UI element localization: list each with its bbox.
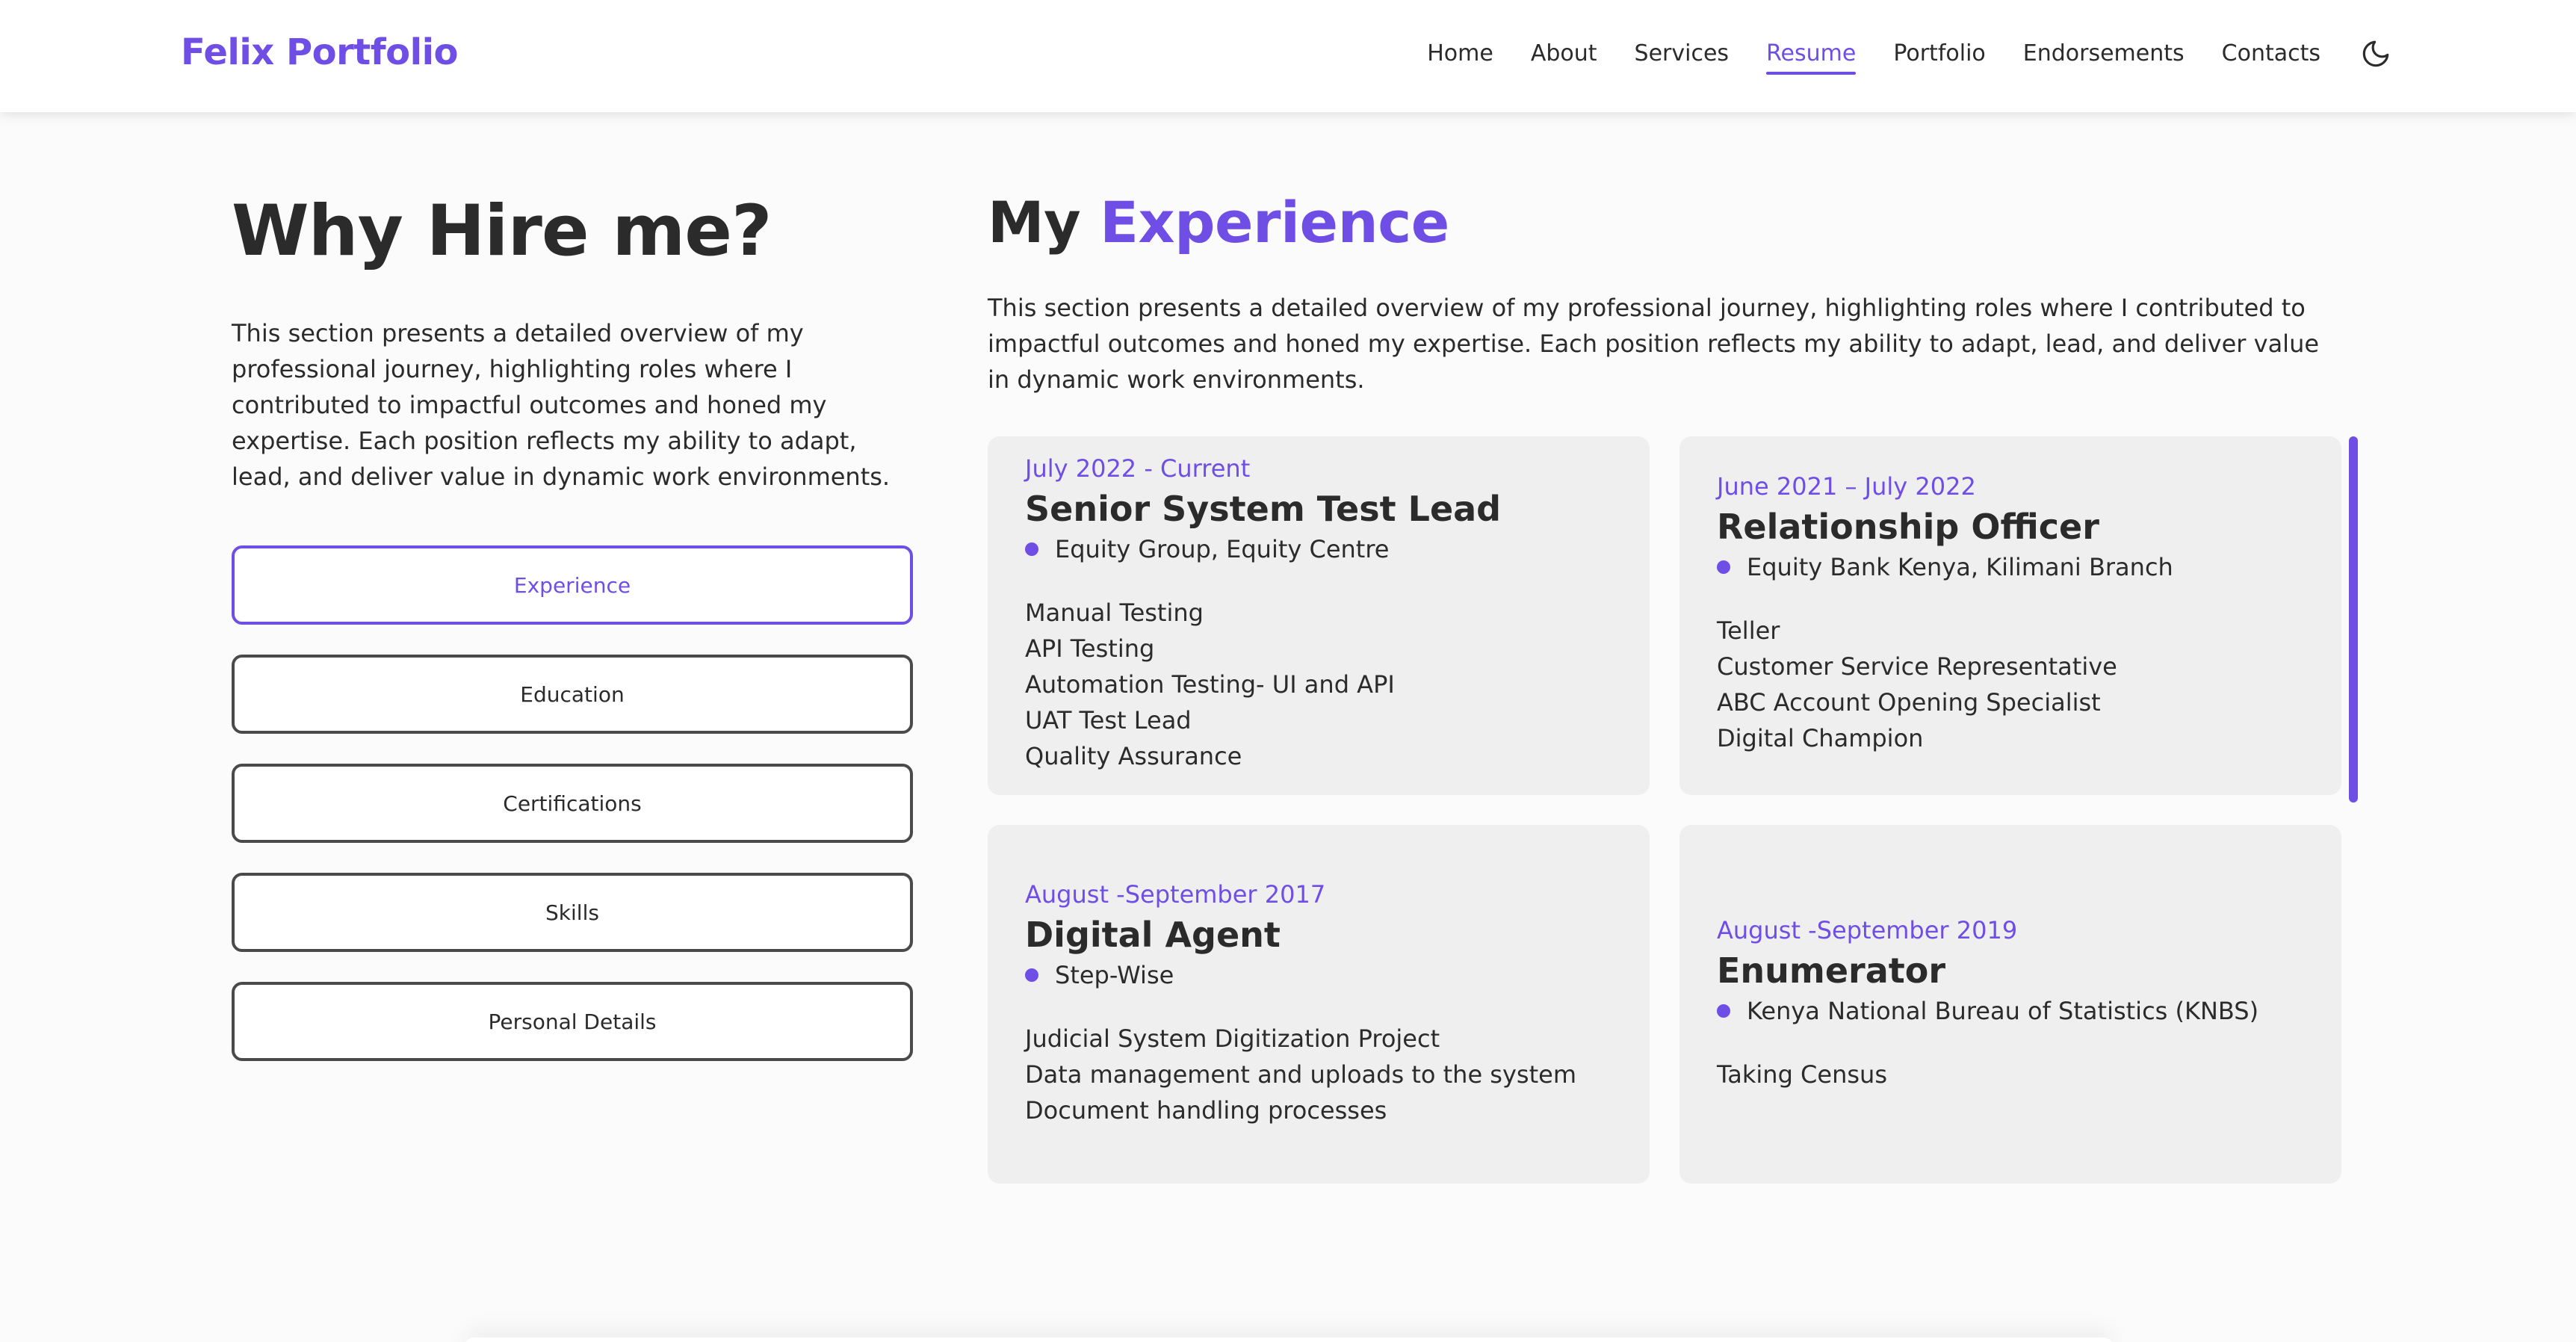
experience-duties: Manual Testing API Testing Automation Te… xyxy=(1025,595,1620,774)
why-hire-title: Why Hire me? xyxy=(232,191,773,272)
experience-duties: Teller Customer Service Representative A… xyxy=(1717,613,2312,756)
duty-item: Automation Testing- UI and API xyxy=(1025,670,1395,699)
experience-period: August -September 2017 xyxy=(1025,880,1326,909)
bullet-dot-icon xyxy=(1025,968,1038,982)
brand-logo[interactable]: Felix Portfolio xyxy=(181,27,459,78)
tab-personal-details[interactable]: Personal Details xyxy=(232,982,913,1061)
experience-org-name: Kenya National Bureau of Statistics (KNB… xyxy=(1747,997,2259,1025)
experience-org: Equity Group, Equity Centre xyxy=(1025,532,1620,566)
nav-portfolio[interactable]: Portfolio xyxy=(1893,33,1985,75)
experience-org: Kenya National Bureau of Statistics (KNB… xyxy=(1717,994,2312,1028)
bullet-dot-icon xyxy=(1717,560,1730,574)
nav-services[interactable]: Services xyxy=(1635,33,1730,75)
duty-item: Manual Testing xyxy=(1025,599,1204,627)
experience-role: Digital Agent xyxy=(1025,915,1281,955)
theme-toggle-button[interactable] xyxy=(2358,36,2394,72)
experience-card: July 2022 - Current Senior System Test L… xyxy=(988,436,1650,795)
duty-item: Customer Service Representative xyxy=(1717,652,2117,681)
main-nav: Home About Services Resume Portfolio End… xyxy=(1427,31,2394,76)
nav-home[interactable]: Home xyxy=(1427,33,1493,75)
experience-description: This section presents a detailed overvie… xyxy=(988,294,2320,394)
experience-card: June 2021 – July 2022 Relationship Offic… xyxy=(1679,436,2341,795)
tab-education[interactable]: Education xyxy=(232,655,913,734)
experience-org: Step-Wise xyxy=(1025,958,1620,992)
experience-duties: Taking Census xyxy=(1717,1057,2312,1092)
bullet-dot-icon xyxy=(1025,542,1038,556)
experience-title-prefix: My xyxy=(988,189,1081,256)
duty-item: Taking Census xyxy=(1717,1060,1887,1089)
experience-card: August -September 2017 Digital Agent Ste… xyxy=(988,825,1650,1184)
duty-item: ABC Account Opening Specialist xyxy=(1717,688,2101,717)
experience-period: July 2022 - Current xyxy=(1025,454,1251,483)
experience-role: Relationship Officer xyxy=(1717,507,2099,547)
experience-card: August -September 2019 Enumerator Kenya … xyxy=(1679,825,2341,1184)
experience-duties: Judicial System Digitization Project Dat… xyxy=(1025,1021,1620,1128)
nav-endorsements[interactable]: Endorsements xyxy=(2023,33,2185,75)
duty-item: UAT Test Lead xyxy=(1025,706,1192,735)
experience-section: My Experience This section presents a de… xyxy=(988,187,2358,1184)
nav-resume[interactable]: Resume xyxy=(1766,33,1857,75)
nav-about[interactable]: About xyxy=(1531,33,1597,75)
site-header: Felix Portfolio Home About Services Resu… xyxy=(0,0,2576,112)
tab-experience[interactable]: Experience xyxy=(232,545,913,625)
duty-item: API Testing xyxy=(1025,634,1155,663)
experience-period: June 2021 – July 2022 xyxy=(1717,472,1976,501)
duty-item: Data management and uploads to the syste… xyxy=(1025,1060,1576,1089)
experience-org-name: Equity Bank Kenya, Kilimani Branch xyxy=(1747,553,2173,581)
duty-item: Digital Champion xyxy=(1717,724,1924,752)
duty-item: Judicial System Digitization Project xyxy=(1025,1024,1440,1053)
cards-scrollbar[interactable] xyxy=(2349,436,2358,803)
experience-period: August -September 2019 xyxy=(1717,916,2018,944)
experience-title-accent: Experience xyxy=(1100,189,1449,256)
duty-item: Teller xyxy=(1717,616,1780,645)
duty-item: Document handling processes xyxy=(1025,1096,1387,1125)
why-hire-section: Why Hire me? This section presents a det… xyxy=(232,187,913,1091)
nav-contacts[interactable]: Contacts xyxy=(2222,33,2320,75)
resume-tabs: Experience Education Certifications Skil… xyxy=(232,545,913,1061)
experience-title: My Experience xyxy=(988,187,2347,259)
why-hire-description: This section presents a detailed overvie… xyxy=(232,319,891,491)
duty-item: Quality Assurance xyxy=(1025,742,1242,770)
tab-skills[interactable]: Skills xyxy=(232,873,913,952)
tab-certifications[interactable]: Certifications xyxy=(232,764,913,843)
experience-role: Senior System Test Lead xyxy=(1025,489,1502,529)
next-section-edge xyxy=(463,1338,2114,1342)
experience-role: Enumerator xyxy=(1717,950,1946,991)
experience-org-name: Equity Group, Equity Centre xyxy=(1055,535,1390,563)
experience-org-name: Step-Wise xyxy=(1055,961,1174,989)
bullet-dot-icon xyxy=(1717,1004,1730,1018)
moon-icon xyxy=(2362,40,2389,67)
experience-cards[interactable]: July 2022 - Current Senior System Test L… xyxy=(988,436,2358,1184)
experience-org: Equity Bank Kenya, Kilimani Branch xyxy=(1717,550,2312,584)
